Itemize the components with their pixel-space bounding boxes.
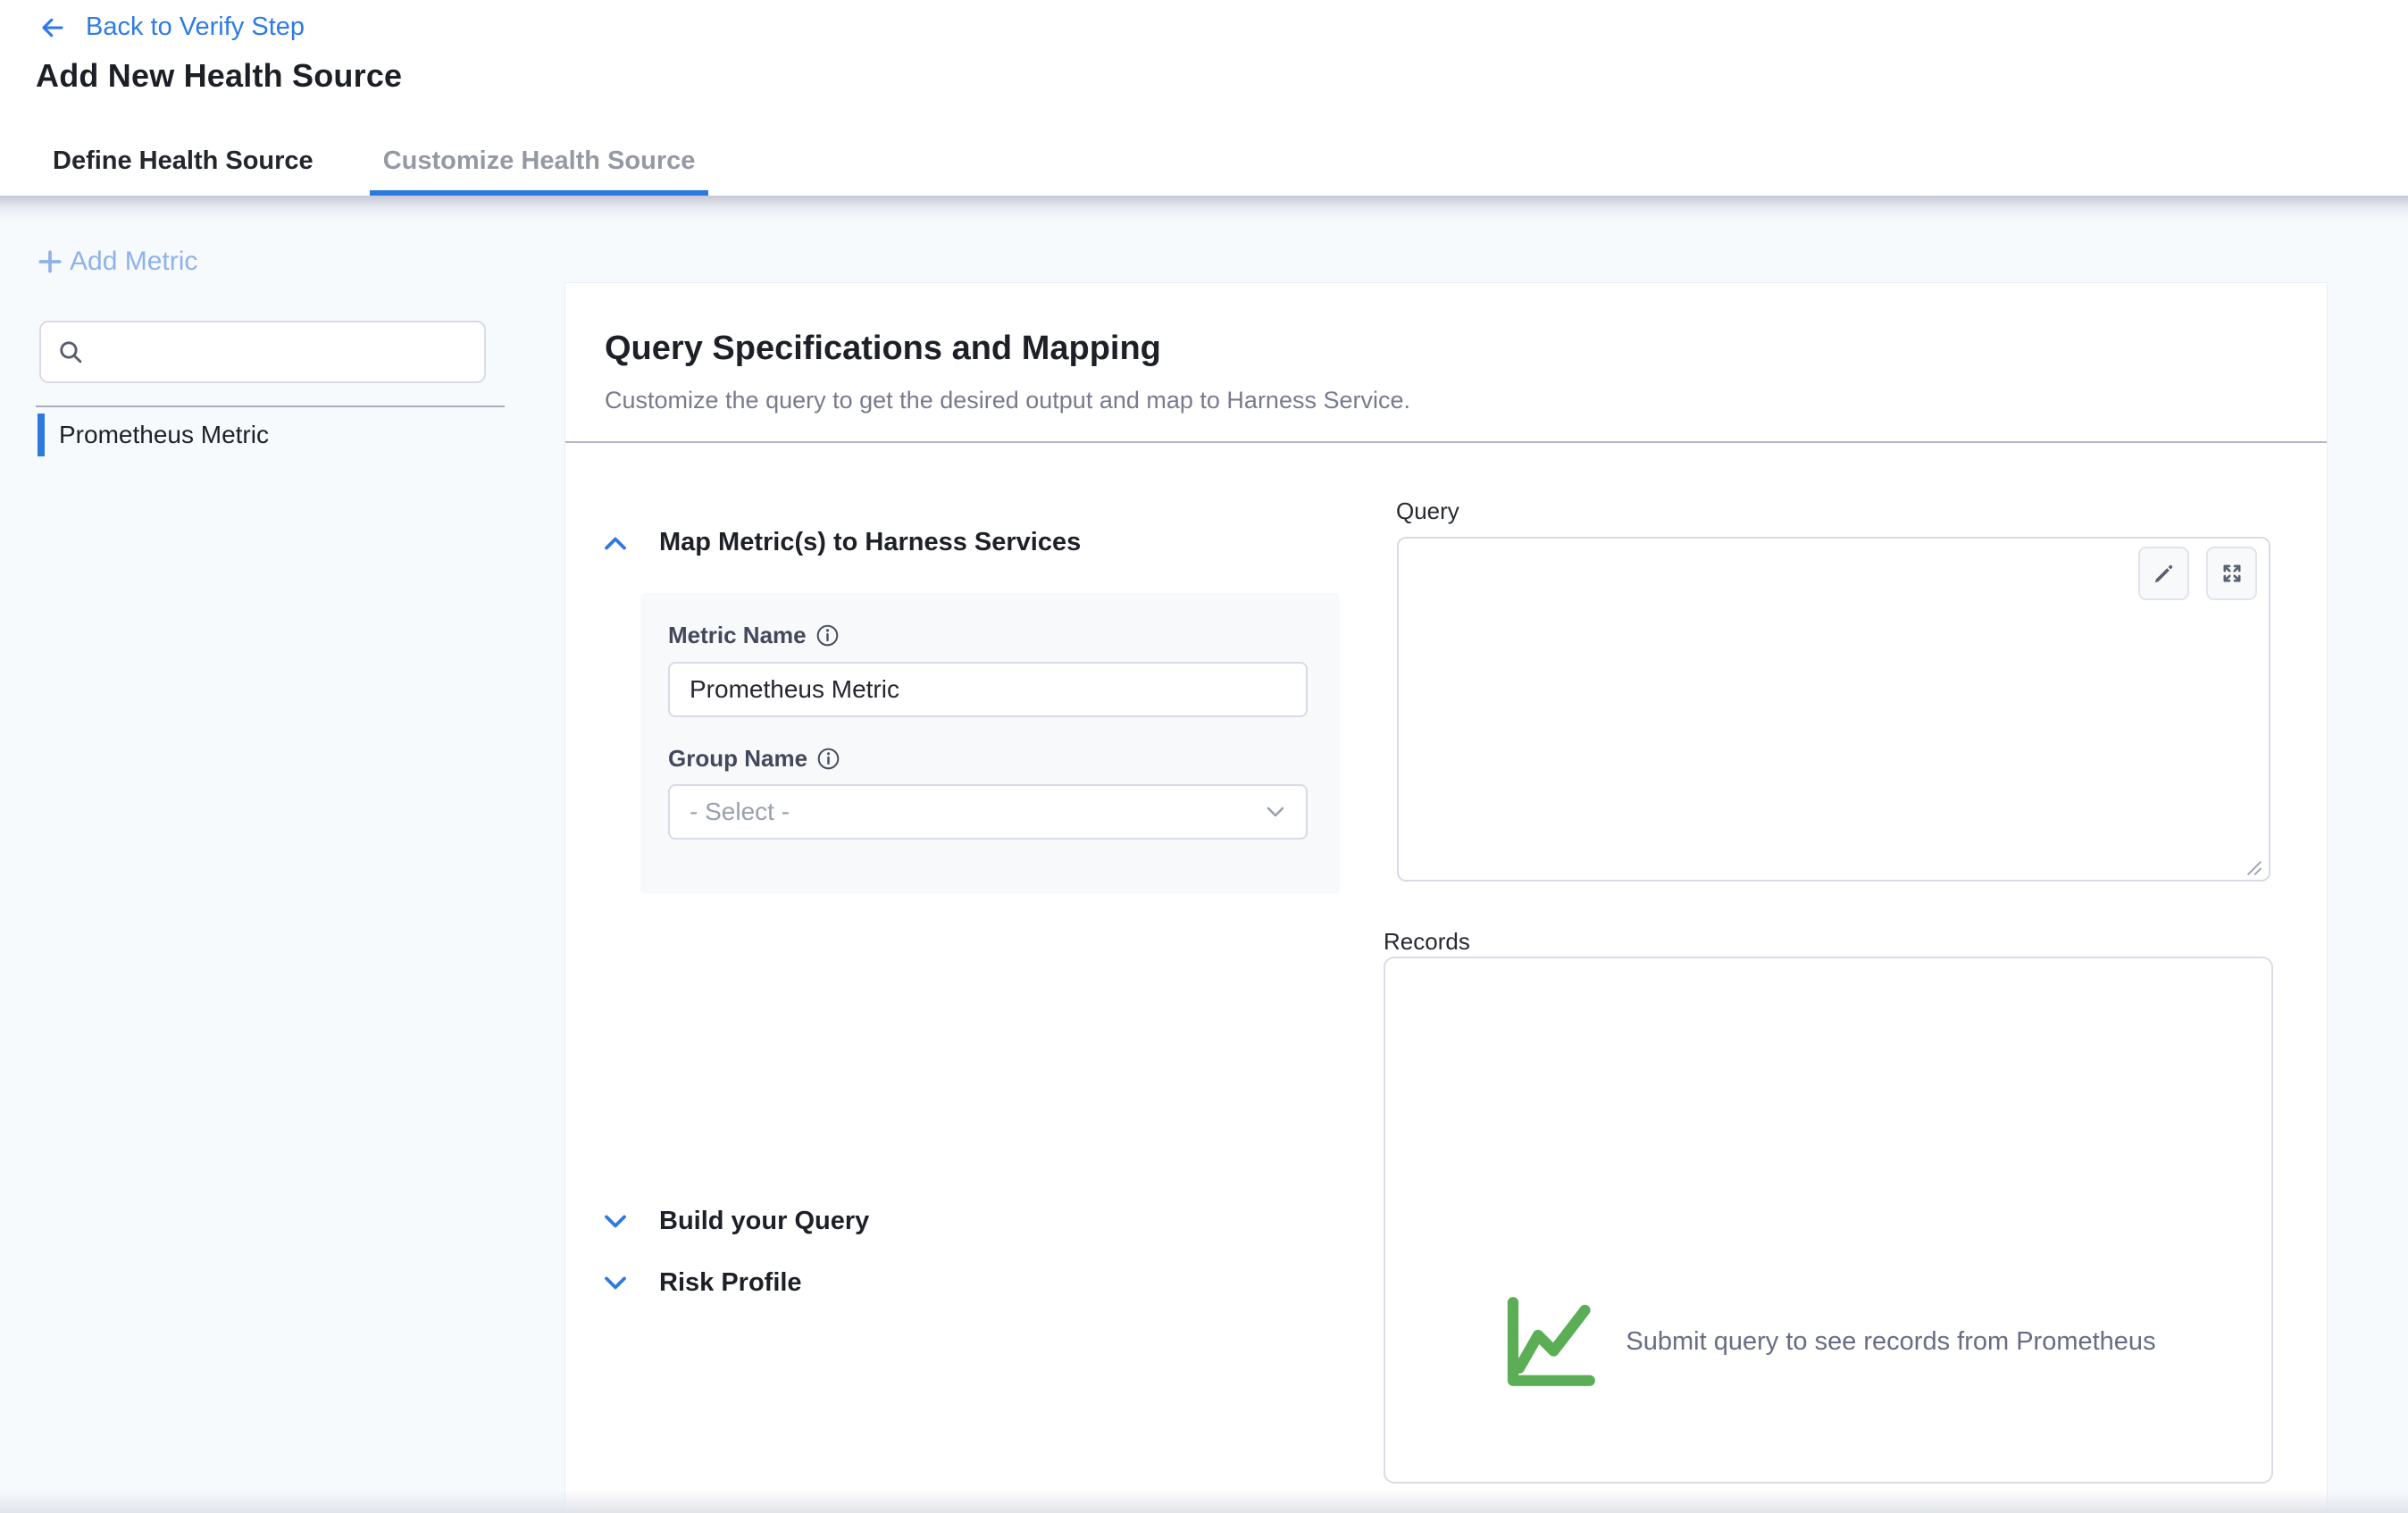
tab-customize-health-source[interactable]: Customize Health Source (370, 131, 709, 196)
section-map-metrics-to-harness-services[interactable]: Map Metric(s) to Harness Services (602, 528, 1081, 557)
back-to-verify-step-link[interactable]: Back to Verify Step (36, 13, 305, 42)
line-chart-icon (1501, 1287, 1601, 1396)
add-metric-label: Add Metric (70, 247, 197, 277)
metric-mapping-form: Metric Name Group Name (640, 593, 1340, 894)
metric-search-input[interactable] (96, 338, 468, 367)
group-name-label-row: Group Name (668, 745, 840, 773)
chevron-down-icon (1265, 805, 1286, 819)
page-header: Back to Verify Step Add New Health Sourc… (0, 0, 2408, 196)
metric-item-label: Prometheus Metric (59, 421, 269, 449)
info-icon (815, 623, 840, 648)
info-icon (816, 747, 840, 771)
panel-title: Query Specifications and Mapping (605, 330, 1161, 368)
pencil-icon (2152, 561, 2177, 586)
metric-name-label: Metric Name (668, 622, 807, 649)
back-link-label: Back to Verify Step (86, 13, 305, 42)
search-icon (57, 339, 84, 365)
selected-indicator-bar (38, 414, 45, 456)
section-label: Risk Profile (659, 1268, 802, 1298)
plus-icon (36, 247, 64, 276)
group-name-label: Group Name (668, 745, 807, 773)
group-name-select[interactable]: - Select - (668, 784, 1308, 840)
sidebar-divider (36, 405, 505, 407)
tab-define-health-source[interactable]: Define Health Source (39, 131, 327, 196)
records-empty-text: Submit query to see records from Prometh… (1626, 1327, 2155, 1357)
metrics-sidebar: Add Metric Prometheus Metric (0, 196, 564, 1513)
metric-name-label-row: Metric Name (668, 622, 840, 649)
records-panel: Submit query to see records from Prometh… (1384, 957, 2273, 1484)
page-title: Add New Health Source (36, 57, 402, 95)
add-metric-button[interactable]: Add Metric (36, 247, 197, 277)
records-empty-state: Submit query to see records from Prometh… (1385, 1287, 2271, 1396)
metric-name-input[interactable] (668, 662, 1308, 717)
expand-query-button[interactable] (2206, 547, 2257, 600)
query-label: Query (1396, 497, 1459, 525)
records-label: Records (1384, 928, 1470, 956)
query-specifications-panel: Query Specifications and Mapping Customi… (564, 282, 2328, 1513)
add-health-source-page: Back to Verify Step Add New Health Sourc… (0, 0, 2408, 1513)
chevron-down-icon (602, 1213, 629, 1231)
panel-subtitle: Customize the query to get the desired o… (605, 387, 1410, 414)
section-label: Build your Query (659, 1207, 869, 1236)
tab-bar: Define Health Source Customize Health So… (39, 131, 751, 196)
sidebar-item-prometheus-metric[interactable]: Prometheus Metric (0, 414, 564, 456)
chevron-up-icon (602, 534, 629, 552)
back-arrow-icon (36, 14, 70, 41)
section-build-your-query[interactable]: Build your Query (602, 1207, 869, 1236)
section-label: Map Metric(s) to Harness Services (659, 528, 1081, 557)
edit-query-button[interactable] (2138, 547, 2189, 600)
select-placeholder: - Select - (690, 798, 790, 826)
fullscreen-icon (2220, 561, 2245, 586)
panel-divider (565, 441, 2327, 443)
metric-search-box (39, 321, 486, 383)
section-risk-profile[interactable]: Risk Profile (602, 1268, 802, 1298)
chevron-down-icon (602, 1275, 629, 1292)
